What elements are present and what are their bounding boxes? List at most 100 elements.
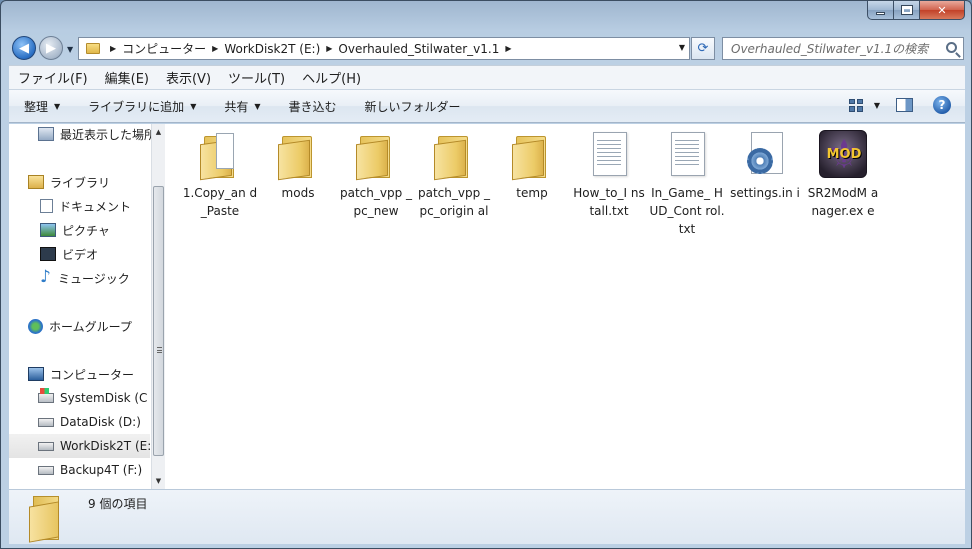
- computer-icon: [28, 367, 44, 381]
- file-item[interactable]: patch_vpp _pc_new: [338, 130, 414, 220]
- nav-computer[interactable]: コンピューター: [28, 362, 134, 386]
- search-input[interactable]: [731, 41, 931, 56]
- nav-drive-c-label: SystemDisk (C: [60, 391, 148, 405]
- chevron-right-icon[interactable]: ▶: [212, 44, 218, 53]
- file-name: 1.Copy_an d_Paste: [182, 186, 258, 218]
- nav-drive-f[interactable]: Backup4T (F:): [38, 458, 142, 482]
- change-view-icon[interactable]: [848, 98, 864, 112]
- folder-icon: [430, 130, 478, 178]
- nav-recent-places[interactable]: 最近表示した場所: [38, 124, 156, 146]
- nav-drive-e[interactable]: WorkDisk2T (E:: [9, 434, 151, 458]
- chevron-down-icon: ▼: [54, 101, 61, 111]
- close-button[interactable]: ✕: [920, 1, 965, 20]
- file-item[interactable]: ⚜ MOD SR2ModM anager.ex e: [805, 130, 881, 220]
- menu-help[interactable]: ヘルプ(H): [293, 68, 369, 87]
- file-item[interactable]: In_Game_ HUD_Cont rol.txt: [649, 130, 725, 238]
- recent-pages-dropdown[interactable]: ▼: [67, 45, 73, 54]
- menu-view[interactable]: 表示(V): [157, 68, 219, 87]
- nav-music-label: ミュージック: [58, 271, 130, 286]
- folder-with-documents-icon: [196, 130, 244, 178]
- search-box[interactable]: [722, 37, 964, 60]
- file-item[interactable]: mods: [260, 130, 336, 202]
- add-to-library-button[interactable]: ライブラリに追加 ▼: [73, 98, 209, 115]
- details-pane: 9 個の項目: [9, 489, 965, 544]
- refresh-button[interactable]: ⟳: [691, 37, 715, 60]
- folder-icon: [27, 494, 67, 540]
- file-name: mods: [281, 186, 315, 200]
- menu-file[interactable]: ファイル(F): [9, 68, 96, 87]
- command-bar-right: ▼ ?: [848, 96, 951, 114]
- back-button[interactable]: ◀: [12, 36, 36, 60]
- help-icon[interactable]: ?: [933, 96, 951, 114]
- grip-icon: [157, 347, 162, 353]
- nav-videos-label: ビデオ: [62, 247, 99, 262]
- close-icon: ✕: [937, 3, 947, 17]
- chevron-right-icon[interactable]: ▶: [505, 44, 511, 53]
- folder-icon: [352, 130, 400, 178]
- nav-music[interactable]: ミュージック: [40, 266, 130, 290]
- nav-homegroup-label: ホームグループ: [49, 319, 132, 334]
- text-file-icon: [585, 130, 633, 178]
- file-name: SR2ModM anager.ex e: [807, 186, 879, 218]
- share-button[interactable]: 共有 ▼: [209, 98, 273, 115]
- menu-tools[interactable]: ツール(T): [219, 68, 293, 87]
- item-count: 9 個の項目: [88, 497, 148, 511]
- chevron-right-icon[interactable]: ▶: [110, 44, 116, 53]
- burn-button[interactable]: 書き込む: [274, 98, 350, 115]
- nav-drive-c[interactable]: SystemDisk (C: [38, 386, 147, 410]
- maximize-button[interactable]: [894, 1, 920, 20]
- mod-manager-exe-icon: ⚜ MOD: [819, 130, 867, 178]
- file-name: patch_vpp _pc_origin al: [417, 186, 491, 218]
- system-disk-icon: [38, 388, 54, 403]
- organize-button[interactable]: 整理 ▼: [9, 98, 73, 115]
- file-name: patch_vpp _pc_new: [339, 186, 413, 218]
- drive-icon: [38, 465, 54, 475]
- file-item[interactable]: patch_vpp _pc_origin al: [416, 130, 492, 220]
- folder-icon: [86, 43, 100, 54]
- minimize-button[interactable]: [867, 1, 894, 20]
- address-bar[interactable]: ▶ コンピューター ▶ WorkDisk2T (E:) ▶ Overhauled…: [78, 37, 690, 60]
- nav-recent-label: 最近表示した場所: [60, 127, 157, 142]
- nav-libraries[interactable]: ライブラリ: [28, 170, 110, 194]
- file-list: 1.Copy_an d_Paste mods patch_vpp _pc_new…: [165, 124, 965, 489]
- navigation-scrollbar[interactable]: ▲ ▼: [151, 124, 165, 489]
- nav-libraries-label: ライブラリ: [50, 175, 111, 190]
- search-icon[interactable]: [946, 42, 957, 53]
- explorer-window: ✕ ◀ ▶ ▼ ▶ コンピューター ▶ WorkDisk2T (E:) ▶ Ov…: [0, 0, 972, 549]
- nav-homegroup[interactable]: ホームグループ: [28, 314, 132, 338]
- file-item[interactable]: How_to_I nstall.txt: [571, 130, 647, 220]
- scrollbar-thumb[interactable]: [153, 186, 164, 456]
- menu-edit[interactable]: 編集(E): [96, 68, 157, 87]
- nav-videos[interactable]: ビデオ: [40, 242, 98, 266]
- address-dropdown-icon[interactable]: ▼: [679, 43, 685, 52]
- nav-documents[interactable]: ドキュメント: [40, 194, 131, 218]
- breadcrumb-computer[interactable]: コンピューター: [122, 40, 206, 57]
- forward-button[interactable]: ▶: [39, 36, 63, 60]
- breadcrumb-workdisk[interactable]: WorkDisk2T (E:): [224, 42, 320, 56]
- command-bar: 整理 ▼ ライブラリに追加 ▼ 共有 ▼ 書き込む 新しいフォルダー ▼ ?: [9, 89, 965, 123]
- new-folder-button[interactable]: 新しいフォルダー: [350, 98, 474, 115]
- forward-arrow-icon: ▶: [46, 40, 56, 56]
- file-name: settings.in i: [730, 186, 800, 200]
- file-item[interactable]: 1.Copy_an d_Paste: [182, 130, 258, 220]
- documents-icon: [40, 199, 53, 213]
- navigation-pane: 最近表示した場所 ライブラリ ドキュメント ピクチャ ビデオ ミュージック ホー…: [9, 124, 159, 489]
- nav-drive-d[interactable]: DataDisk (D:): [38, 410, 141, 434]
- folder-icon: [274, 130, 322, 178]
- chevron-down-icon: ▼: [254, 101, 261, 111]
- preview-pane-icon[interactable]: [896, 98, 913, 112]
- file-item[interactable]: settings.in i: [727, 130, 803, 202]
- settings-file-icon: [741, 130, 789, 178]
- view-options-dropdown[interactable]: ▼: [874, 101, 880, 110]
- scroll-up-icon[interactable]: ▲: [152, 124, 165, 140]
- nav-computer-label: コンピューター: [50, 367, 135, 382]
- breadcrumb-current-folder[interactable]: Overhauled_Stilwater_v1.1: [338, 42, 499, 56]
- chevron-right-icon[interactable]: ▶: [326, 44, 332, 53]
- file-item[interactable]: temp: [494, 130, 570, 202]
- scroll-down-icon[interactable]: ▼: [152, 473, 165, 489]
- file-name: temp: [516, 186, 548, 200]
- nav-pictures[interactable]: ピクチャ: [40, 218, 110, 242]
- nav-drive-d-label: DataDisk (D:): [60, 415, 141, 429]
- chevron-down-icon: ▼: [190, 101, 197, 111]
- file-name: How_to_I nstall.txt: [573, 186, 645, 218]
